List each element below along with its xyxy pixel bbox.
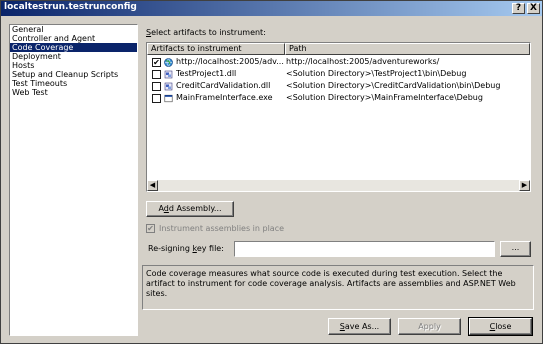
resign-label-pre: Re-signing: [148, 244, 193, 253]
artifact-path: <Solution Directory>\MainFrameInterface\…: [286, 93, 483, 102]
sidebar-item-setup-and-cleanup-scripts[interactable]: Setup and Cleanup Scripts: [10, 70, 137, 79]
table-row[interactable]: TestProject1.dll <Solution Directory>\Te…: [147, 68, 530, 80]
sidebar-item-controller-and-agent[interactable]: Controller and Agent: [10, 34, 137, 43]
horizontal-scrollbar[interactable]: ◀ ▶: [147, 180, 530, 191]
artifact-path: http://localhost:2005/adventureworks/: [286, 57, 440, 66]
resign-key-label: Re-signing key file:: [148, 244, 224, 253]
help-button[interactable]: ?: [512, 3, 525, 14]
dll-icon: [164, 70, 173, 79]
sidebar-item-code-coverage[interactable]: Code Coverage: [10, 43, 137, 52]
artifact-name: MainFrameInterface.exe: [176, 93, 273, 102]
artifact-path: <Solution Directory>\TestProject1\bin\De…: [286, 69, 467, 78]
select-label-post: elect artifacts to instrument:: [151, 28, 266, 37]
dialog-window: localtestrun.testrunconfig ? X General C…: [0, 0, 543, 344]
artifacts-list[interactable]: Artifacts to instrument Path ✔ http://lo…: [146, 42, 531, 192]
table-row[interactable]: MainFrameInterface.exe <Solution Directo…: [147, 92, 530, 104]
scroll-left-icon[interactable]: ◀: [147, 180, 158, 191]
resign-key-input[interactable]: [234, 241, 495, 257]
artifact-name: CreditCardValidation.dll: [176, 81, 271, 90]
sidebar-item-test-timeouts[interactable]: Test Timeouts: [10, 79, 137, 88]
table-row[interactable]: CreditCardValidation.dll <Solution Direc…: [147, 80, 530, 92]
window-title: localtestrun.testrunconfig: [4, 2, 137, 12]
web-icon: [164, 58, 173, 67]
instrument-in-place-label: Instrument assemblies in place: [159, 224, 285, 233]
sidebar-item-hosts[interactable]: Hosts: [10, 61, 137, 70]
artifact-name: TestProject1.dll: [176, 69, 237, 78]
exe-icon: [164, 94, 173, 103]
close-button[interactable]: Close: [468, 317, 533, 336]
table-row[interactable]: ✔ http://localhost:2005/adv... http://lo…: [147, 56, 530, 68]
instrument-in-place-checkbox[interactable]: ✔: [146, 224, 155, 233]
close-window-button[interactable]: X: [527, 3, 540, 14]
title-bar: localtestrun.testrunconfig ? X: [1, 1, 542, 16]
save-as-button[interactable]: Save As...: [328, 318, 391, 335]
list-header: Artifacts to instrument Path: [147, 43, 530, 55]
save-post: ave As...: [344, 322, 380, 331]
row-checkbox[interactable]: [152, 82, 161, 91]
row-checkbox[interactable]: [152, 94, 161, 103]
dll-icon: [164, 82, 173, 91]
close-post: lose: [495, 322, 512, 331]
artifact-name: http://localhost:2005/adv...: [176, 57, 284, 66]
apply-button[interactable]: Apply: [398, 318, 461, 335]
category-list: General Controller and Agent Code Covera…: [9, 24, 138, 336]
column-header-artifacts[interactable]: Artifacts to instrument: [147, 43, 285, 55]
sidebar-item-general[interactable]: General: [10, 25, 137, 34]
artifact-path: <Solution Directory>\CreditCardValidatio…: [286, 81, 501, 90]
description-panel: Code coverage measures what source code …: [142, 265, 534, 310]
select-artifacts-label: Select artifacts to instrument:: [146, 28, 266, 37]
column-header-path[interactable]: Path: [285, 43, 530, 55]
sidebar-item-web-test[interactable]: Web Test: [10, 88, 137, 97]
add-assembly-button[interactable]: Add Assembly...: [146, 201, 234, 217]
row-checkbox[interactable]: ✔: [152, 58, 161, 67]
browse-button[interactable]: ...: [500, 241, 531, 257]
row-checkbox[interactable]: [152, 70, 161, 79]
scroll-right-icon[interactable]: ▶: [519, 180, 530, 191]
resign-label-post: ey file:: [196, 244, 224, 253]
add-assembly-post: d Assembly...: [168, 204, 222, 213]
sidebar-item-deployment[interactable]: Deployment: [10, 52, 137, 61]
